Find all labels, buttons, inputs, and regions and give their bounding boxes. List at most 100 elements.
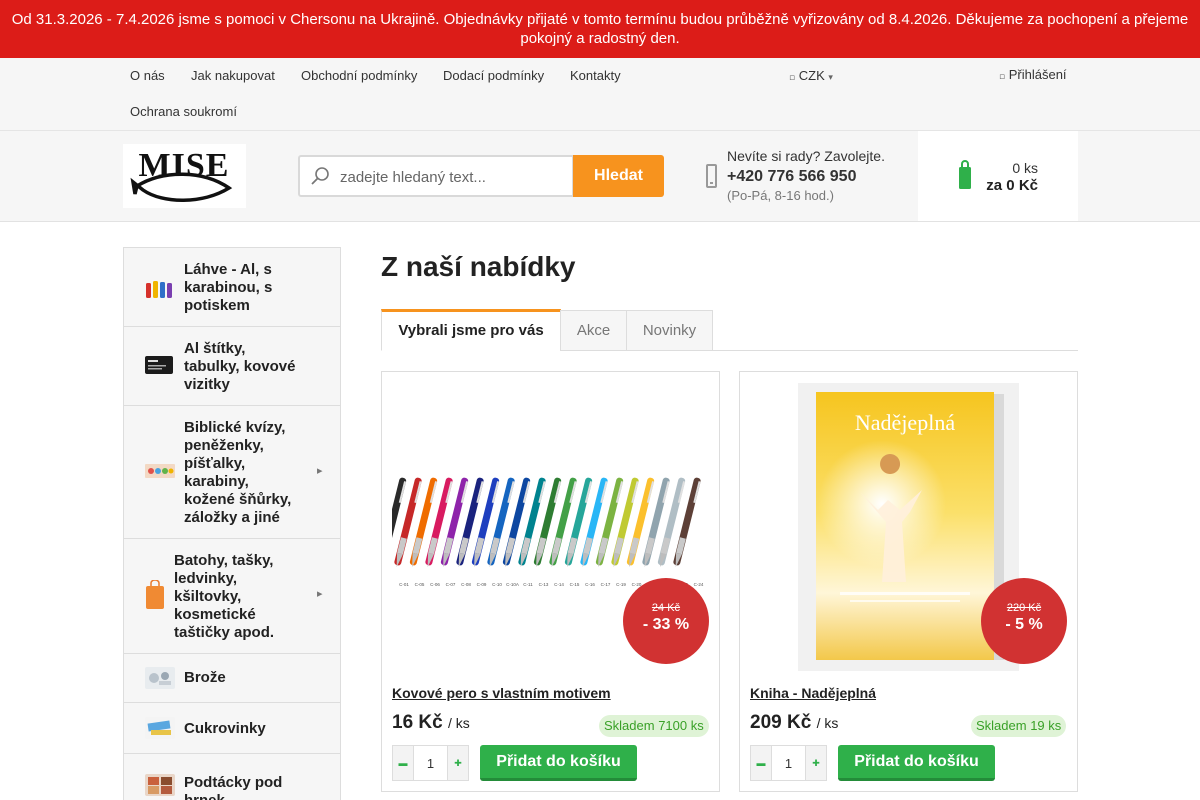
svg-text:C-10A: C-10A xyxy=(506,582,519,587)
chevron-right-icon: ▸ xyxy=(317,465,323,477)
user-icon: ▫ xyxy=(999,72,1006,82)
cart-icon xyxy=(959,160,971,189)
product-name[interactable]: Kovové pero s vlastním motivem xyxy=(392,685,611,701)
nav-link-o-nas[interactable]: O nás xyxy=(130,68,165,83)
stock-badge: Skladem 19 ks xyxy=(971,715,1067,737)
sidebar-item-label: Brože xyxy=(184,669,226,686)
coaster-icon xyxy=(145,774,175,796)
sidebar-item-label: Al štítky, tabulky, kovové vizitky xyxy=(184,340,296,393)
search-box xyxy=(298,155,574,197)
quantity-stepper: ▬ ✚ xyxy=(750,745,827,781)
svg-text:C-15: C-15 xyxy=(570,582,580,587)
login-label: Přihlášení xyxy=(1008,67,1067,82)
svg-text:C-01: C-01 xyxy=(399,582,409,587)
phone-number[interactable]: +420 776 566 950 xyxy=(727,165,885,189)
sidebar-item-podtacky[interactable]: Podtácky pod hrnek xyxy=(124,754,340,800)
help-question: Nevíte si rady? Zavolejte. xyxy=(727,148,885,164)
tab-novinky[interactable]: Novinky xyxy=(626,310,713,351)
login-link[interactable]: ▫ Přihlášení xyxy=(999,67,1067,82)
candy-icon xyxy=(145,717,175,739)
add-to-cart-button[interactable]: Přidat do košíku xyxy=(838,745,995,781)
product-price: 16 Kč / ks xyxy=(392,712,470,734)
minus-icon[interactable]: ▬ xyxy=(393,746,414,780)
plus-icon[interactable]: ✚ xyxy=(805,746,826,780)
search-icon xyxy=(311,167,329,185)
book-cover-title: Nadějeplná xyxy=(855,410,955,435)
sidebar-item-al-stitky[interactable]: Al štítky, tabulky, kovové vizitky xyxy=(124,327,340,406)
sidebar-item-lahve[interactable]: Láhve - Al, s karabinou, s potiskem xyxy=(124,248,340,327)
sidebar-item-label: Biblické kvízy, peněženky, píšťalky, kar… xyxy=(184,419,292,526)
currency-value: CZK xyxy=(798,68,825,83)
phone-icon xyxy=(706,164,717,188)
discount-percent: - 5 % xyxy=(1005,616,1043,633)
svg-text:C-14: C-14 xyxy=(554,582,564,587)
cart-summary[interactable]: 0 ks za 0 Kč xyxy=(918,131,1078,221)
quantity-input[interactable] xyxy=(772,746,805,780)
product-name[interactable]: Kniha - Nadějeplná xyxy=(750,685,876,701)
announcement-line-1: Od 31.3.2026 - 7.4.2026 jsme s pomoci v … xyxy=(11,11,1189,28)
svg-text:C-19: C-19 xyxy=(616,582,626,587)
price-unit: / ks xyxy=(447,715,470,731)
svg-text:C-08: C-08 xyxy=(461,582,471,587)
price-value: 209 Kč xyxy=(750,712,812,733)
price-unit: / ks xyxy=(816,715,839,731)
cart-total: za 0 Kč xyxy=(986,177,1038,194)
sidebar-item-batohy[interactable]: Batohy, tašky, ledvinky, kšiltovky, kosm… xyxy=(124,539,340,654)
quiz-cards-icon xyxy=(145,464,175,478)
svg-text:C-07: C-07 xyxy=(446,582,456,587)
svg-text:C-17: C-17 xyxy=(601,582,611,587)
search-input[interactable] xyxy=(340,165,568,189)
minus-icon[interactable]: ▬ xyxy=(751,746,772,780)
currency-selector[interactable]: ▫ CZK ▾ xyxy=(789,68,833,83)
brooch-icon xyxy=(145,667,175,689)
svg-text:C-09: C-09 xyxy=(477,582,487,587)
product-tabs: Vybrali jsme pro vás Akce Novinky xyxy=(381,309,1078,351)
plus-icon[interactable]: ✚ xyxy=(447,746,468,780)
sidebar-item-broze[interactable]: Brože xyxy=(124,654,340,703)
announcement-bar: Od 31.3.2026 - 7.4.2026 jsme s pomoci v … xyxy=(0,0,1200,58)
stock-badge: Skladem 7100 ks xyxy=(599,715,709,737)
tab-akce[interactable]: Akce xyxy=(560,310,627,351)
search-button[interactable]: Hledat xyxy=(573,155,664,197)
product-card: C-01 C-05 C-06 C-07 C-08 C-09 C-10 C-10A C-11 C-1… xyxy=(378,371,720,792)
discount-badge: 220 Kč - 5 % xyxy=(981,578,1067,664)
quantity-input[interactable] xyxy=(414,746,447,780)
chevron-down-icon: ▾ xyxy=(828,73,833,83)
product-price: 209 Kč / ks xyxy=(750,712,838,734)
svg-text:C-10: C-10 xyxy=(492,582,502,587)
top-navigation: O nás Jak nakupovat Obchodní podmínky Do… xyxy=(0,58,1200,131)
tab-vybrali-jsme[interactable]: Vybrali jsme pro vás xyxy=(381,309,561,351)
nav-link-ochrana-soukromi[interactable]: Ochrana soukromí xyxy=(130,104,237,119)
product-card: Nadějeplná 220 Kč - 5 % Kniha - Nadějepl… xyxy=(739,371,1078,792)
bag-icon xyxy=(146,580,164,609)
sidebar-item-label: Cukrovinky xyxy=(184,720,266,737)
search-form: Hledat xyxy=(298,155,664,197)
sidebar-item-cukrovinky[interactable]: Cukrovinky xyxy=(124,703,340,754)
cart-count: 0 ks xyxy=(1012,160,1038,176)
svg-text:C-13: C-13 xyxy=(539,582,549,587)
discount-badge: 24 Kč - 33 % xyxy=(623,578,709,664)
svg-text:C-24: C-24 xyxy=(694,582,704,587)
old-price: 220 Kč xyxy=(1006,602,1042,614)
svg-text:C-05: C-05 xyxy=(415,582,425,587)
nav-link-jak-nakupovat[interactable]: Jak nakupovat xyxy=(191,68,275,83)
sidebar-item-biblicke-kvizy[interactable]: Biblické kvízy, peněženky, píšťalky, kar… xyxy=(124,406,340,539)
svg-text:C-06: C-06 xyxy=(430,582,440,587)
add-to-cart-button[interactable]: Přidat do košíku xyxy=(480,745,637,781)
nav-link-dodaci-podminky[interactable]: Dodací podmínky xyxy=(443,68,544,83)
logo[interactable]: MISE xyxy=(123,144,246,208)
price-value: 16 Kč xyxy=(392,712,443,733)
svg-text:C-11: C-11 xyxy=(523,582,533,587)
globe-icon: ▫ xyxy=(789,73,796,83)
logo-icon: MISE xyxy=(130,147,233,202)
sidebar-item-label: Láhve - Al, s karabinou, s potiskem xyxy=(184,261,273,314)
svg-text:C-16: C-16 xyxy=(585,582,595,587)
chevron-right-icon: ▸ xyxy=(317,588,323,600)
sidebar-item-label: Podtácky pod hrnek xyxy=(184,774,283,800)
quantity-stepper: ▬ ✚ xyxy=(392,745,469,781)
nav-link-kontakty[interactable]: Kontakty xyxy=(570,68,621,83)
bottles-icon xyxy=(146,281,172,298)
announcement-line-2: pokojný a radostný den. xyxy=(520,30,680,47)
nav-link-obchodni-podminky[interactable]: Obchodní podmínky xyxy=(301,68,417,83)
plates-icon xyxy=(145,356,173,374)
